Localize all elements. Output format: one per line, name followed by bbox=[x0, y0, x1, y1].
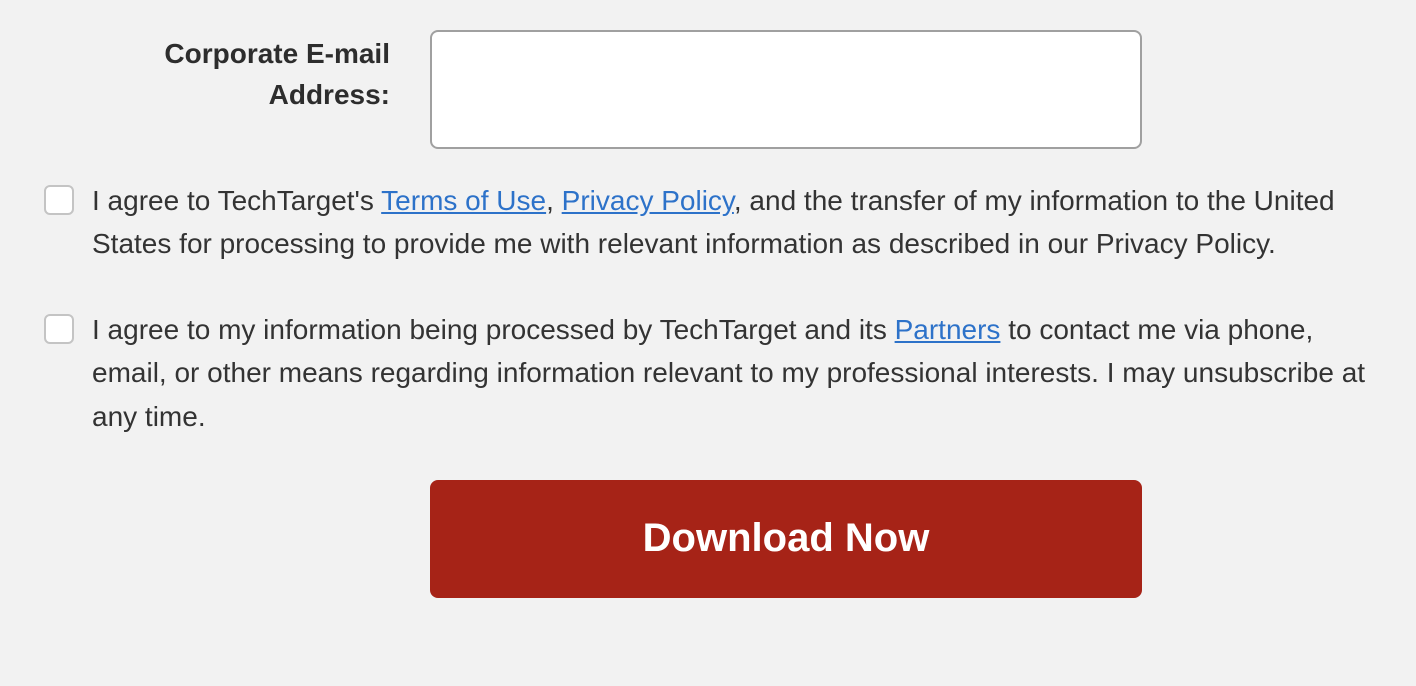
consent-terms-checkbox[interactable] bbox=[44, 185, 74, 215]
consent-partners-text: I agree to my information being processe… bbox=[92, 308, 1372, 438]
consent-partners-pre: I agree to my information being processe… bbox=[92, 314, 895, 345]
consent-partners-checkbox[interactable] bbox=[44, 314, 74, 344]
email-row: Corporate E-mail Address: bbox=[44, 30, 1372, 149]
email-field[interactable] bbox=[430, 30, 1142, 149]
form-container: Corporate E-mail Address: I agree to Tec… bbox=[0, 0, 1416, 598]
button-row: Download Now bbox=[44, 480, 1372, 598]
terms-of-use-link[interactable]: Terms of Use bbox=[381, 185, 546, 216]
partners-link[interactable]: Partners bbox=[895, 314, 1001, 345]
download-now-button[interactable]: Download Now bbox=[430, 480, 1142, 598]
email-input-wrapper bbox=[430, 30, 1142, 149]
email-label: Corporate E-mail Address: bbox=[44, 30, 430, 115]
consent-partners-row: I agree to my information being processe… bbox=[44, 308, 1372, 438]
privacy-policy-link[interactable]: Privacy Policy bbox=[562, 185, 734, 216]
consent-terms-sep1: , bbox=[546, 185, 562, 216]
consent-terms-pre: I agree to TechTarget's bbox=[92, 185, 381, 216]
consent-terms-text: I agree to TechTarget's Terms of Use, Pr… bbox=[92, 179, 1372, 266]
consent-terms-row: I agree to TechTarget's Terms of Use, Pr… bbox=[44, 179, 1372, 266]
